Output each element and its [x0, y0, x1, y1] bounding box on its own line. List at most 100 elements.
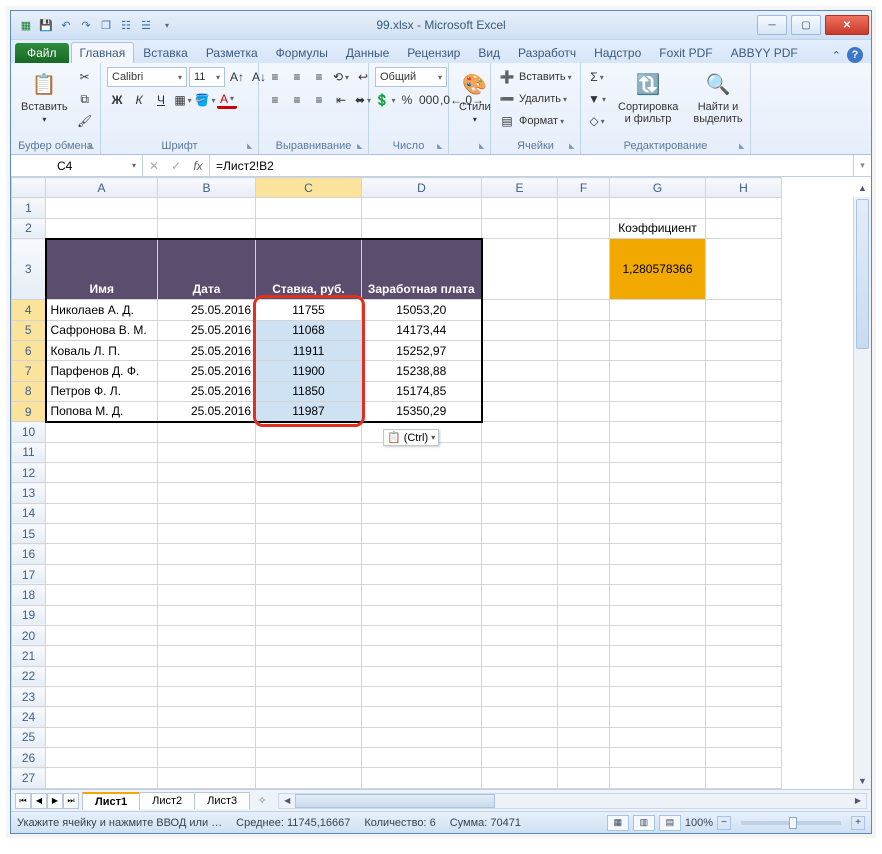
page-break-icon[interactable]: ▤	[659, 815, 681, 831]
align-right-icon[interactable]: ≡	[309, 90, 329, 110]
expand-formula-bar[interactable]: ▾	[853, 155, 871, 176]
normal-view-icon[interactable]: ▦	[607, 815, 629, 831]
format-cells-icon[interactable]: ▤	[497, 111, 517, 131]
paste-button[interactable]: 📋 Вставить ▾	[17, 67, 72, 126]
number-format[interactable]: Общий	[375, 67, 447, 87]
cell: 15174,85	[362, 381, 482, 401]
vertical-scrollbar[interactable]: ▲ ▼	[853, 197, 871, 789]
cell: 11755	[256, 300, 362, 320]
horizontal-scrollbar[interactable]: ◀ ▶	[278, 793, 867, 809]
insert-label[interactable]: Вставить	[519, 71, 572, 83]
first-sheet-icon[interactable]: ⏮	[15, 793, 31, 809]
prev-sheet-icon[interactable]: ◀	[31, 793, 47, 809]
styles-label: Стили	[459, 101, 491, 113]
cancel-icon[interactable]: ✕	[143, 159, 165, 173]
insert-cells-icon[interactable]: ➕	[497, 67, 517, 87]
align-bottom-icon[interactable]: ≡	[309, 67, 329, 87]
zoom-slider[interactable]	[741, 821, 841, 825]
formula-input[interactable]: =Лист2!B2	[210, 155, 853, 176]
sort-filter-button[interactable]: 🔃 Сортировка и фильтр	[614, 67, 682, 127]
fill-color-button[interactable]: 🪣	[195, 90, 215, 110]
align-top-icon[interactable]: ≡	[265, 67, 285, 87]
find-select-button[interactable]: 🔍 Найти и выделить	[685, 67, 751, 127]
file-tab[interactable]: Файл	[15, 43, 69, 63]
zoom-out-icon[interactable]: −	[717, 816, 731, 830]
sheet-tab[interactable]: Лист2	[139, 792, 195, 809]
tab-view[interactable]: Вид	[469, 42, 509, 63]
next-sheet-icon[interactable]: ▶	[47, 793, 63, 809]
scroll-thumb[interactable]	[856, 199, 869, 349]
comma-icon[interactable]: 000	[419, 90, 439, 110]
spreadsheet-grid[interactable]: A B C D E F G H 1 2Коэффициент 3 Имя Дат…	[11, 177, 782, 789]
italic-button[interactable]: К	[129, 90, 149, 110]
scroll-down-icon[interactable]: ▼	[854, 772, 871, 789]
qat-customize[interactable]	[157, 16, 175, 34]
tab-formulas[interactable]: Формулы	[267, 42, 337, 63]
ribbon-minimize-icon[interactable]: ⌃	[832, 49, 841, 62]
help-icon[interactable]: ?	[847, 47, 863, 63]
indent-dec-icon[interactable]: ⇤	[331, 90, 351, 110]
align-left-icon[interactable]: ≡	[265, 90, 285, 110]
sheet-tab[interactable]: Лист1	[82, 792, 140, 810]
scroll-right-icon[interactable]: ▶	[850, 796, 866, 805]
qat-btn[interactable]: ☱	[137, 16, 155, 34]
sheet-tab[interactable]: Лист3	[194, 792, 250, 809]
tab-insert[interactable]: Вставка	[134, 42, 197, 63]
fx-icon[interactable]: fx	[187, 159, 209, 173]
close-button[interactable]: ✕	[825, 15, 869, 35]
grow-font-icon[interactable]: A↑	[227, 67, 247, 87]
orientation-icon[interactable]: ⟲	[331, 67, 351, 87]
autosum-icon[interactable]: Σ	[587, 67, 607, 87]
qat-btn[interactable]: ❐	[97, 16, 115, 34]
paste-options-popup[interactable]: 📋 (Ctrl)	[383, 429, 439, 446]
cut-icon[interactable]: ✂	[75, 67, 95, 87]
bold-button[interactable]: Ж	[107, 90, 127, 110]
redo-icon[interactable]: ↷	[77, 16, 95, 34]
maximize-button[interactable]: ▢	[791, 15, 821, 35]
clear-icon[interactable]: ◇	[587, 111, 607, 131]
tab-addins[interactable]: Надстро	[585, 42, 650, 63]
group-alignment: ≡ ≡ ≡ ⟲ ↩ ≡ ≡ ≡ ⇤ ⬌ Выравнивание	[259, 63, 369, 154]
name-box[interactable]: C4 ▾	[51, 155, 143, 176]
underline-button[interactable]: Ч	[151, 90, 171, 110]
cell: 15350,29	[362, 401, 482, 421]
currency-icon[interactable]: 💲	[375, 90, 395, 110]
styles-button[interactable]: 🎨 Стили ▾	[455, 67, 495, 126]
format-label[interactable]: Формат	[519, 115, 564, 127]
tab-foxit[interactable]: Foxit PDF	[650, 42, 721, 63]
tab-nav[interactable]: ⏮ ◀ ▶ ⏭	[11, 793, 83, 809]
undo-icon[interactable]: ↶	[57, 16, 75, 34]
format-painter-icon[interactable]: 🖌	[75, 111, 95, 131]
enter-icon[interactable]: ✓	[165, 159, 187, 173]
qat-btn[interactable]: ☷	[117, 16, 135, 34]
align-center-icon[interactable]: ≡	[287, 90, 307, 110]
tab-abbyy[interactable]: ABBYY PDF	[722, 42, 807, 63]
tab-layout[interactable]: Разметка	[197, 42, 267, 63]
minimize-button[interactable]: ─	[757, 15, 787, 35]
font-size[interactable]: 11	[189, 67, 225, 87]
tab-review[interactable]: Рецензир	[398, 42, 469, 63]
percent-icon[interactable]: %	[397, 90, 417, 110]
fill-icon[interactable]: ▼	[587, 89, 607, 109]
column-headers[interactable]: A B C D E F G H	[12, 178, 782, 198]
tab-data[interactable]: Данные	[337, 42, 398, 63]
delete-cells-icon[interactable]: ➖	[497, 89, 517, 109]
save-icon[interactable]: 💾	[37, 16, 55, 34]
font-name[interactable]: Calibri	[107, 67, 187, 87]
border-button[interactable]: ▦	[173, 90, 193, 110]
select-all-corner[interactable]	[12, 178, 46, 198]
font-color-button[interactable]: А	[217, 92, 237, 109]
align-middle-icon[interactable]: ≡	[287, 67, 307, 87]
new-sheet-icon[interactable]: ✧	[250, 794, 274, 807]
page-layout-icon[interactable]: ▥	[633, 815, 655, 831]
delete-label[interactable]: Удалить	[519, 93, 567, 105]
scroll-thumb[interactable]	[295, 794, 495, 808]
copy-icon[interactable]: ⧉	[75, 89, 95, 109]
last-sheet-icon[interactable]: ⏭	[63, 793, 79, 809]
zoom-level[interactable]: 100%	[685, 817, 713, 829]
tab-home[interactable]: Главная	[71, 42, 135, 63]
scroll-left-icon[interactable]: ◀	[279, 796, 295, 805]
tab-developer[interactable]: Разработч	[509, 42, 585, 63]
zoom-in-icon[interactable]: +	[851, 816, 865, 830]
scroll-up-icon[interactable]: ▲	[854, 179, 871, 196]
